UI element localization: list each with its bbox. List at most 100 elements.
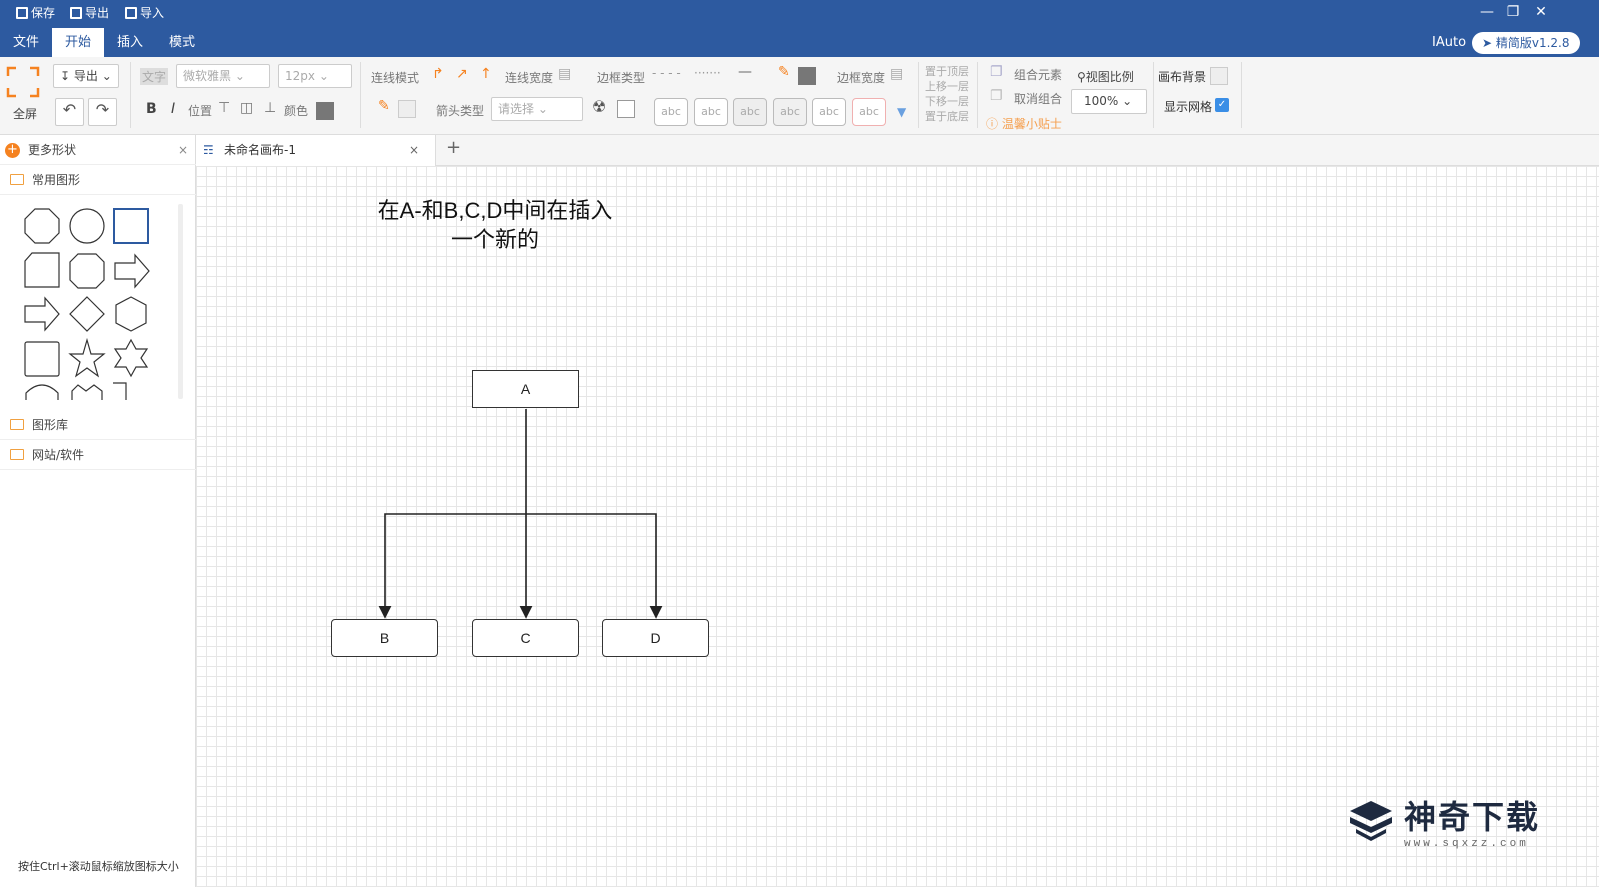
arrow-type-select[interactable]: 请选择 ⌄	[491, 97, 583, 121]
tab-mode[interactable]: 模式	[156, 28, 208, 57]
close-icon[interactable]: ×	[178, 135, 188, 165]
watermark: 神奇下载 www.sqxzz.com	[1348, 792, 1540, 850]
arrow-right2-shape	[24, 296, 60, 332]
style-preset-5[interactable]: abc	[812, 98, 846, 126]
question-icon: ⓘ	[986, 117, 999, 131]
font-size-select[interactable]: 12px ⌄	[278, 64, 352, 88]
import-button[interactable]: 导入	[125, 4, 164, 21]
watermark-logo-icon	[1350, 801, 1392, 841]
align-middle-icon[interactable]: ◫	[240, 100, 253, 116]
download-icon: ↧	[60, 69, 71, 83]
export-button[interactable]: 导出	[70, 4, 109, 21]
tab-start[interactable]: 开始	[52, 28, 105, 57]
style-preset-1[interactable]: abc	[654, 98, 688, 126]
zoom-select[interactable]: 100% ⌄	[1071, 89, 1147, 114]
document-tab[interactable]: ☶ 未命名画布-1 ×	[196, 135, 436, 166]
shape-gallery	[24, 208, 150, 400]
bold-button[interactable]: B	[146, 101, 157, 117]
close-icon[interactable]: ✕	[1528, 2, 1554, 22]
line-curve-icon[interactable]: ↗	[456, 66, 468, 82]
web-software-category[interactable]: 网站/软件	[0, 440, 196, 470]
arrow-right-shape	[114, 253, 150, 289]
canvas-bg-label: 画布背景	[1158, 70, 1207, 84]
tab-file[interactable]: 文件	[0, 28, 52, 57]
ungroup-button[interactable]: 取消组合	[1014, 90, 1062, 107]
star6-shape	[113, 338, 149, 378]
border-color-icon[interactable]: ✎	[778, 64, 790, 80]
border-color-picker[interactable]	[798, 67, 816, 85]
tab-shape	[71, 384, 103, 400]
node-a[interactable]: A	[472, 370, 579, 408]
save-button[interactable]: 保存	[16, 4, 55, 21]
fill-bucket-icon[interactable]: ☢	[592, 97, 606, 116]
node-c[interactable]: C	[472, 619, 579, 657]
border-width-label: 边框宽度	[837, 71, 886, 85]
ungroup-icon: ❐	[990, 88, 1003, 104]
drawing-canvas[interactable]	[196, 166, 1599, 887]
restore-icon[interactable]: ❐	[1500, 2, 1526, 22]
redo-button[interactable]: ↷	[88, 98, 117, 126]
circle-shape	[69, 208, 105, 244]
group-button[interactable]: 组合元素	[1014, 66, 1062, 83]
version-badge[interactable]: ➤ 精简版v1.2.8	[1472, 32, 1580, 54]
undo-icon: ↶	[62, 100, 77, 119]
dotted-line-icon[interactable]: ·······	[694, 66, 721, 80]
node-b[interactable]: B	[331, 619, 438, 657]
title-bar: 保存 导出 导入 — ❐ ✕ 文件 开始 插入 模式 IAuto ➤ 精简版v1…	[0, 0, 1599, 57]
more-presets-icon[interactable]: ▼	[897, 105, 906, 119]
rectangle-shape	[113, 208, 149, 244]
style-preset-4[interactable]: abc	[773, 98, 807, 126]
folder-icon	[10, 449, 24, 460]
line-straight-icon[interactable]: ↑	[480, 66, 492, 82]
canvas-text-note[interactable]: 在A-和B,C,D中间在插入 一个新的	[360, 196, 630, 254]
align-top-icon[interactable]: ⊤	[218, 100, 230, 116]
divider	[360, 62, 361, 128]
save-icon	[16, 6, 28, 19]
tips-link[interactable]: ⓘ 温馨小贴士	[986, 115, 1062, 132]
undo-button[interactable]: ↶	[55, 98, 84, 126]
tab-close-icon[interactable]: ×	[409, 135, 419, 166]
minimize-icon[interactable]: —	[1474, 2, 1500, 22]
user-name[interactable]: IAuto	[1432, 35, 1466, 50]
diagram-icon: ☶	[203, 143, 214, 157]
line-width-icon[interactable]: ▤	[558, 66, 571, 82]
hexagon-shape	[115, 296, 147, 332]
export-dropdown[interactable]: ↧ 导出 ⌄	[53, 64, 119, 88]
more-shapes-row[interactable]: + 更多形状 ×	[0, 135, 196, 165]
zoom-icon: ⚲	[1077, 70, 1086, 84]
line-color-picker[interactable]	[398, 100, 416, 118]
layer-up-button[interactable]: 上移一层	[925, 78, 969, 94]
fill-color-picker[interactable]	[617, 100, 635, 118]
shape-library-category[interactable]: 图形库	[0, 410, 196, 440]
border-width-icon[interactable]: ▤	[890, 66, 903, 82]
menu-tabs: 文件 开始 插入 模式	[0, 28, 208, 57]
dash-line-icon[interactable]: - - - -	[652, 66, 681, 80]
shapes-scrollbar[interactable]	[178, 204, 183, 399]
fullscreen-icon[interactable]	[6, 66, 40, 98]
font-select[interactable]: 微软雅黑 ⌄	[176, 64, 270, 88]
square-shape	[24, 341, 60, 377]
add-tab-button[interactable]: +	[446, 137, 461, 158]
line-color-icon[interactable]: ✎	[378, 98, 390, 114]
tab-insert[interactable]: 插入	[104, 28, 156, 57]
show-grid-checkbox[interactable]: ✓	[1215, 98, 1229, 112]
style-preset-2[interactable]: abc	[694, 98, 728, 126]
style-preset-6[interactable]: abc	[852, 98, 886, 126]
node-d[interactable]: D	[602, 619, 709, 657]
show-grid-label: 显示网格	[1164, 100, 1213, 114]
align-bottom-icon[interactable]: ⊥	[264, 100, 276, 116]
canvas-bg-picker[interactable]	[1210, 67, 1228, 85]
color-label: 颜色	[284, 104, 309, 118]
common-shapes-category[interactable]: 常用图形	[0, 165, 196, 195]
color-picker[interactable]	[316, 102, 334, 120]
solid-line-icon[interactable]: —	[738, 64, 752, 80]
layer-down-button[interactable]: 下移一层	[925, 93, 969, 109]
style-preset-3[interactable]: abc	[733, 98, 767, 126]
layer-top-button[interactable]: 置于顶层	[925, 63, 969, 79]
line-elbow-icon[interactable]: ↱	[432, 66, 444, 82]
layer-bottom-button[interactable]: 置于底层	[925, 108, 969, 124]
divider	[1153, 62, 1154, 128]
italic-button[interactable]: I	[171, 101, 175, 117]
octagon-shape	[24, 208, 60, 244]
folder-icon	[10, 419, 24, 430]
